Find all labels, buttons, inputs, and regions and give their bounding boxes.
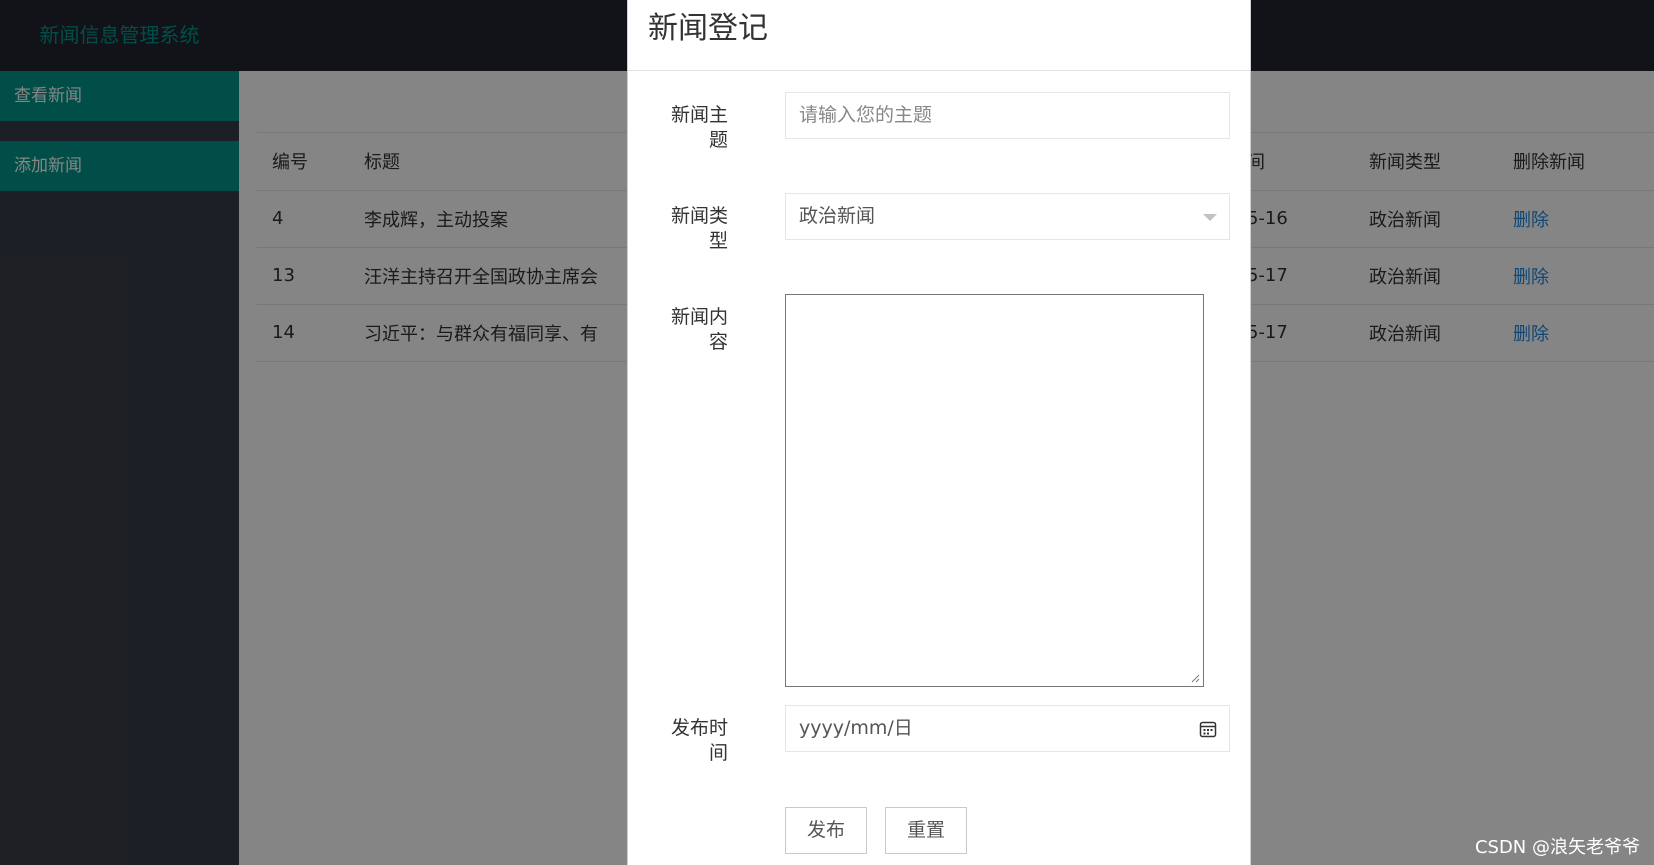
date-label-line2: 间 [708, 742, 728, 764]
reset-button[interactable]: 重置 [885, 807, 967, 854]
content-label: 新闻内 容 [662, 305, 728, 355]
subject-label: 新闻主 题 [662, 103, 728, 153]
publish-button[interactable]: 发布 [785, 807, 867, 854]
subject-label-line2: 题 [708, 129, 728, 151]
date-label: 发布时 间 [662, 716, 728, 766]
content-textarea[interactable] [785, 294, 1204, 687]
type-select-value: 政治新闻 [799, 205, 876, 227]
date-input-placeholder: yyyy/mm/日 [799, 717, 913, 739]
type-select[interactable]: 政治新闻 [785, 193, 1230, 240]
subject-label-line1: 新闻主 [670, 104, 728, 126]
modal-title: 新闻登记 [628, 0, 1250, 71]
type-label-line2: 型 [708, 230, 728, 252]
type-label-line1: 新闻类 [670, 205, 728, 227]
app-root: 新闻信息管理系统 查看新闻 添加新闻 编号 标题 时间 新闻类型 删除新闻 4 … [0, 0, 1654, 865]
subject-input[interactable]: 请输入您的主题 [785, 92, 1230, 139]
content-label-line2: 容 [708, 331, 728, 353]
date-label-line1: 发布时 [670, 717, 728, 739]
watermark: CSDN @浪矢老爷爷 [1474, 837, 1640, 858]
news-register-modal: 新闻登记 新闻主 题 请输入您的主题 新闻类 型 政治新闻 新闻内 容 发布时 … [627, 0, 1251, 865]
chevron-down-icon [1203, 214, 1217, 221]
resize-handle-icon[interactable] [1190, 673, 1200, 683]
date-input[interactable]: yyyy/mm/日 [785, 705, 1230, 752]
calendar-icon[interactable] [1199, 720, 1217, 738]
content-label-line1: 新闻内 [670, 306, 728, 328]
type-label: 新闻类 型 [662, 204, 728, 254]
